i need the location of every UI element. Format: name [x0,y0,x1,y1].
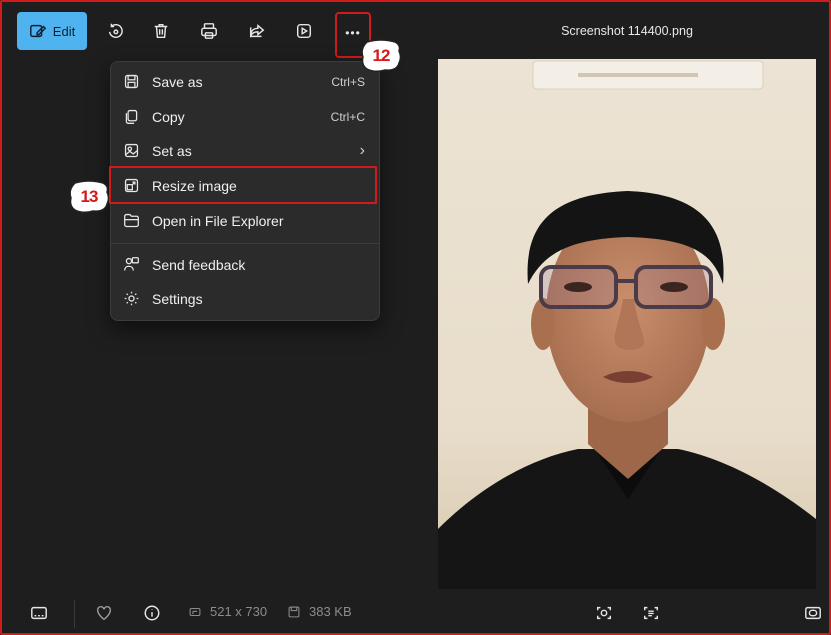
menu-item-save-as[interactable]: Save as Ctrl+S [115,66,375,98]
menu-item-shortcut: Ctrl+C [330,110,365,124]
photo-viewer-image [438,59,816,589]
filmstrip-icon [31,606,47,620]
menu-item-label: Send feedback [152,257,246,273]
menu-item-open-in-file-explorer[interactable]: Open in File Explorer [115,205,375,237]
set-as-icon [123,142,141,160]
resize-image-highlight-box [109,166,377,204]
scan-text-icon [643,606,659,620]
image-file-size: 383 KB [287,604,352,619]
step-number: 13 [80,187,99,206]
menu-item-settings[interactable]: Settings [115,283,375,315]
scan-text-button[interactable] [642,604,660,622]
chevron-right-icon: › [359,142,365,159]
menu-item-label: Copy [152,109,185,125]
favorite-button[interactable] [95,604,113,622]
menu-item-label: Settings [152,291,203,307]
share-icon [249,24,265,38]
divider [74,600,75,628]
menu-item-label: Open in File Explorer [152,213,284,229]
step-badge-12: 12 [361,39,401,73]
menu-item-send-feedback[interactable]: Send feedback [115,249,375,281]
dimensions-text: 521 x 730 [210,604,268,619]
fit-to-window-button[interactable] [804,604,822,622]
gear-icon [123,290,141,308]
filesize-text: 383 KB [309,604,352,619]
delete-button[interactable] [144,12,178,50]
save-icon [123,73,141,91]
menu-item-shortcut: Ctrl+S [331,75,365,89]
file-title: Screenshot 114400.png [561,24,693,38]
menu-item-label: Save as [152,74,203,90]
step-number: 12 [372,46,391,65]
file-info-button[interactable] [143,604,161,622]
delete-icon [154,23,168,39]
rotate-button[interactable] [98,12,132,50]
copy-icon [123,108,141,126]
rotate-icon [108,23,123,38]
info-icon [144,605,160,621]
photos-app-window: Edit ••• Screenshot 114400.png Save as C… [0,0,831,635]
dimensions-icon [189,607,201,616]
edit-label: Edit [52,23,76,39]
menu-separator [111,243,379,244]
menu-item-label: Set as [152,143,192,159]
menu-item-set-as[interactable]: Set as › [115,135,375,167]
step-badge-13: 13 [69,180,109,214]
menu-item-copy[interactable]: Copy Ctrl+C [115,101,375,133]
edit-image-icon [29,22,47,40]
edit-button[interactable]: Edit [17,12,87,50]
status-bar: 521 x 730 383 KB [2,592,829,633]
person-photo [438,59,816,589]
visual-search-icon [596,606,612,620]
image-dimensions: 521 x 730 [188,604,267,619]
slideshow-button[interactable] [287,12,321,50]
fit-to-window-icon [805,606,821,620]
more-icon: ••• [345,26,361,40]
folder-icon [123,212,141,230]
print-button[interactable] [192,12,226,50]
toolbar: Edit ••• Screenshot 114400.png [2,2,829,62]
visual-search-button[interactable] [595,604,613,622]
share-button[interactable] [240,12,274,50]
heart-icon [96,605,112,621]
feedback-icon [123,256,141,274]
print-icon [201,23,217,39]
slideshow-icon [296,23,312,39]
filmstrip-button[interactable] [30,604,48,622]
disk-icon [288,606,300,617]
